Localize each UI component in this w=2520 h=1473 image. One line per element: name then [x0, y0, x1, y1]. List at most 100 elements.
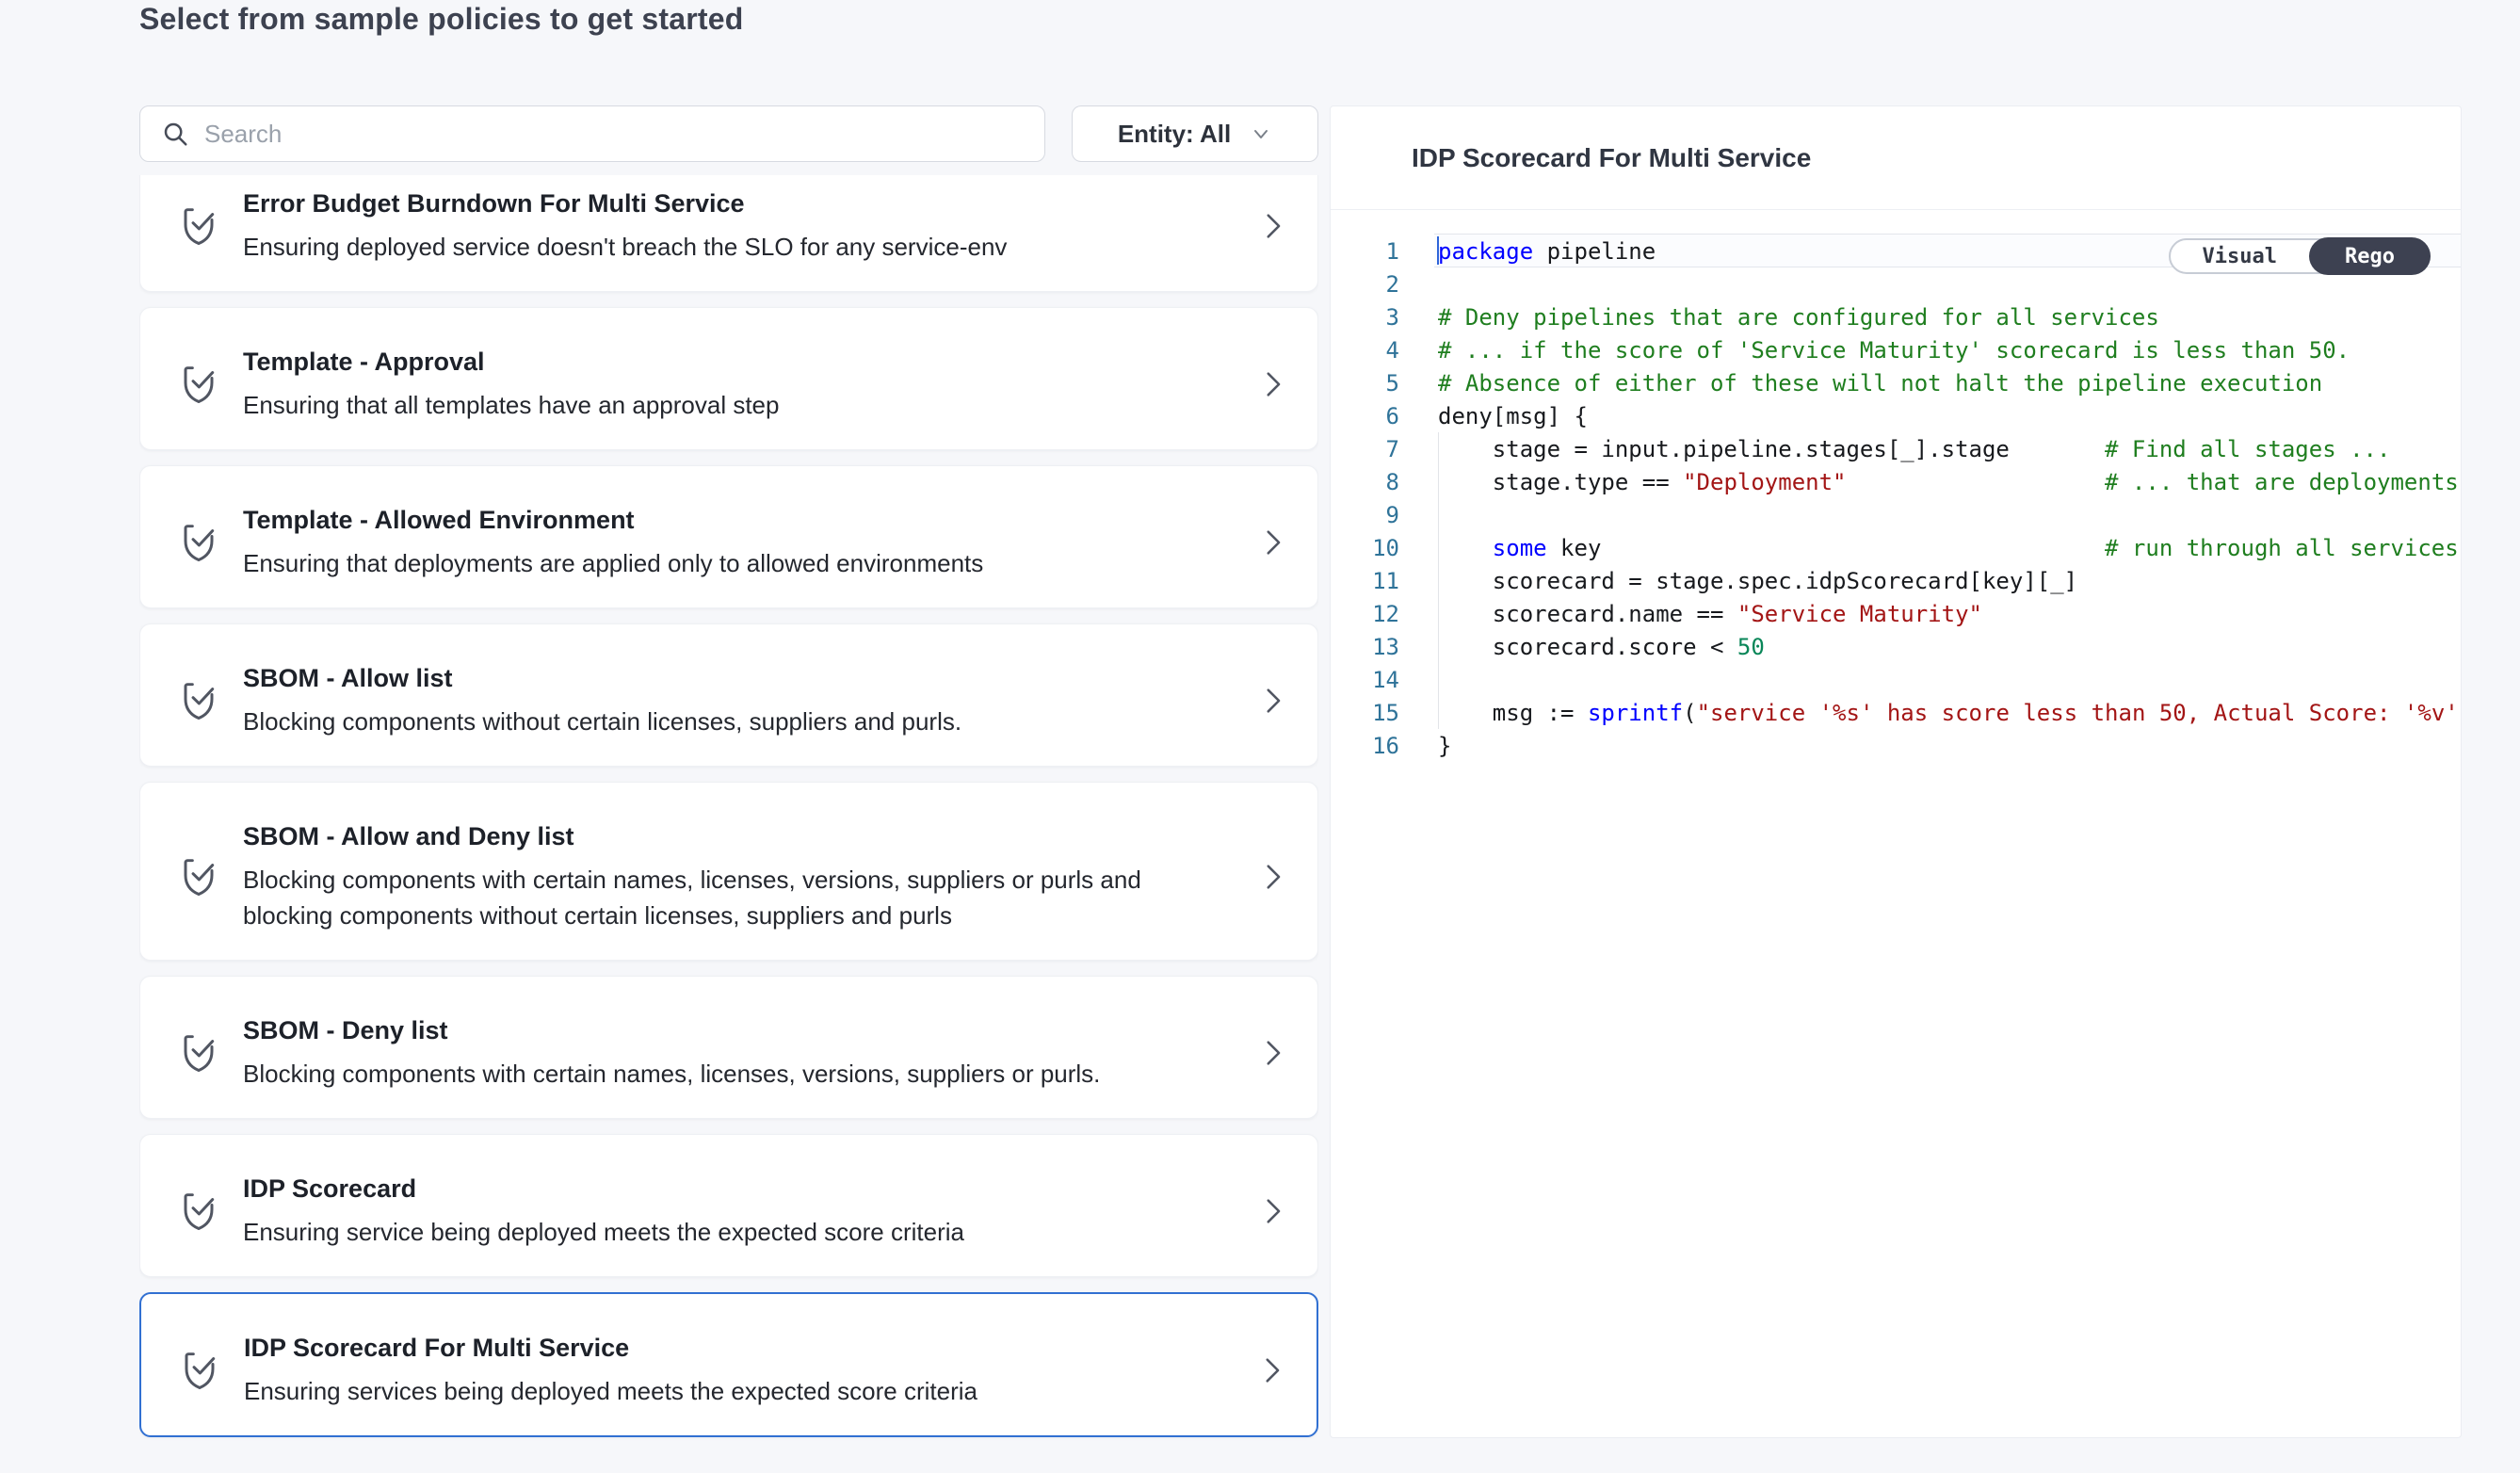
- detail-title: IDP Scorecard For Multi Service: [1412, 143, 1811, 173]
- code-line: 5 # Absence of either of these will not …: [1331, 366, 2461, 399]
- line-number: 14: [1331, 667, 1399, 693]
- search-icon: [161, 120, 189, 148]
- policy-card[interactable]: IDP Scorecard Ensuring service being dep…: [139, 1134, 1318, 1277]
- policy-title: Template - Allowed Environment: [243, 504, 1199, 536]
- chevron-right-icon: [1256, 1037, 1288, 1069]
- line-number: 5: [1331, 370, 1399, 397]
- code-line: 3 # Deny pipelines that are configured f…: [1331, 300, 2461, 333]
- policy-card[interactable]: Error Budget Burndown For Multi Service …: [139, 175, 1318, 292]
- code-lines: 1 package pipeline 2 3 # Deny pipelines …: [1331, 235, 2461, 762]
- shield-check-icon: [179, 520, 218, 565]
- view-toggle: Visual Rego: [2169, 238, 2431, 274]
- shield-check-icon: [179, 362, 218, 407]
- policy-list: Error Budget Burndown For Multi Service …: [139, 175, 1318, 1452]
- code-text: stage.type == "Deployment" # ... that ar…: [1438, 469, 2459, 495]
- chevron-right-icon: [1256, 368, 1288, 400]
- code-text: scorecard.name == "Service Maturity": [1438, 601, 1982, 627]
- code-line: 4 # ... if the score of 'Service Maturit…: [1331, 333, 2461, 366]
- code-line: 14: [1331, 663, 2461, 696]
- line-number: 15: [1331, 700, 1399, 726]
- code-text: some key # run through all services: [1438, 535, 2459, 561]
- rego-tab[interactable]: Rego: [2309, 237, 2431, 275]
- code-line: 8 stage.type == "Deployment" # ... that …: [1331, 465, 2461, 498]
- policy-description: Ensuring deployed service doesn't breach…: [243, 229, 1199, 265]
- policy-card[interactable]: SBOM - Allow list Blocking components wi…: [139, 623, 1318, 767]
- code-line: 15 msg := sprintf("service '%s' has scor…: [1331, 696, 2461, 729]
- chevron-right-icon: [1256, 685, 1288, 717]
- code-text: # Deny pipelines that are configured for…: [1438, 304, 2159, 331]
- code-text: # ... if the score of 'Service Maturity'…: [1438, 337, 2350, 364]
- shield-check-icon: [179, 1189, 218, 1234]
- filter-row: Entity: All: [139, 105, 1318, 162]
- line-number: 7: [1331, 436, 1399, 462]
- code-line: 7 stage = input.pipeline.stages[_].stage…: [1331, 432, 2461, 465]
- policy-title: SBOM - Allow and Deny list: [243, 820, 1199, 852]
- code-line: 9: [1331, 498, 2461, 531]
- entity-filter-dropdown[interactable]: Entity: All: [1072, 105, 1318, 162]
- line-number: 16: [1331, 733, 1399, 759]
- policy-title: Template - Approval: [243, 346, 1199, 378]
- line-number: 4: [1331, 337, 1399, 364]
- entity-filter-label: Entity: All: [1118, 120, 1231, 149]
- code-line: 13 scorecard.score < 50: [1331, 630, 2461, 663]
- visual-tab[interactable]: Visual: [2171, 240, 2309, 272]
- policy-card[interactable]: Template - Approval Ensuring that all te…: [139, 307, 1318, 450]
- shield-check-icon: [179, 1030, 218, 1076]
- line-number: 10: [1331, 535, 1399, 561]
- shield-check-icon: [179, 203, 218, 249]
- line-number: 13: [1331, 634, 1399, 660]
- code-text: deny[msg] {: [1438, 403, 1588, 429]
- line-number: 3: [1331, 304, 1399, 331]
- policy-card[interactable]: Template - Allowed Environment Ensuring …: [139, 465, 1318, 608]
- policy-detail-panel: IDP Scorecard For Multi Service 1 packag…: [1330, 105, 2462, 1438]
- chevron-right-icon: [1256, 861, 1288, 893]
- search-box[interactable]: [139, 105, 1045, 162]
- policy-description: Blocking components without certain lice…: [243, 704, 1199, 739]
- policy-title: IDP Scorecard: [243, 1173, 1199, 1205]
- chevron-down-icon: [1250, 122, 1272, 145]
- code-text: }: [1438, 733, 1451, 759]
- policy-card[interactable]: SBOM - Deny list Blocking components wit…: [139, 976, 1318, 1119]
- code-text: msg := sprintf("service '%s' has score l…: [1438, 700, 2461, 726]
- code-text: scorecard = stage.spec.idpScorecard[key]…: [1438, 568, 2077, 594]
- line-number: 12: [1331, 601, 1399, 627]
- policy-description: Ensuring service being deployed meets th…: [243, 1214, 1199, 1250]
- policy-description: Blocking components with certain names, …: [243, 1056, 1199, 1092]
- line-number: 11: [1331, 568, 1399, 594]
- policy-title: IDP Scorecard For Multi Service: [244, 1332, 1198, 1364]
- policy-description: Ensuring that all templates have an appr…: [243, 387, 1199, 423]
- shield-check-icon: [179, 854, 218, 899]
- code-text: stage = input.pipeline.stages[_].stage #…: [1438, 436, 2390, 462]
- policy-title: Error Budget Burndown For Multi Service: [243, 187, 1199, 219]
- page-title: Select from sample policies to get start…: [139, 2, 743, 37]
- line-number: 9: [1331, 502, 1399, 528]
- chevron-right-icon: [1256, 1195, 1288, 1227]
- search-input[interactable]: [204, 120, 1024, 149]
- policy-card[interactable]: IDP Scorecard For Multi Service Ensuring…: [139, 1292, 1318, 1437]
- chevron-right-icon: [1255, 1354, 1287, 1386]
- detail-header: IDP Scorecard For Multi Service: [1331, 106, 2461, 210]
- chevron-right-icon: [1256, 526, 1288, 558]
- policy-description: Blocking components with certain names, …: [243, 862, 1199, 933]
- code-text: # Absence of either of these will not ha…: [1438, 370, 2322, 397]
- policy-list-panel: Entity: All Error Budget Burndown For Mu…: [139, 105, 1318, 1452]
- code-editor[interactable]: 1 package pipeline 2 3 # Deny pipelines …: [1331, 210, 2461, 1438]
- code-line: 11 scorecard = stage.spec.idpScorecard[k…: [1331, 564, 2461, 597]
- policy-description: Ensuring that deployments are applied on…: [243, 545, 1199, 581]
- policy-title: SBOM - Deny list: [243, 1014, 1199, 1046]
- code-text: package pipeline: [1438, 238, 1656, 265]
- policy-description: Ensuring services being deployed meets t…: [244, 1373, 1198, 1409]
- chevron-right-icon: [1256, 210, 1288, 242]
- code-line: 12 scorecard.name == "Service Maturity": [1331, 597, 2461, 630]
- line-number: 2: [1331, 271, 1399, 298]
- line-number: 1: [1331, 238, 1399, 265]
- code-line: 16 }: [1331, 729, 2461, 762]
- shield-check-icon: [179, 678, 218, 723]
- code-line: 10 some key # run through all services: [1331, 531, 2461, 564]
- policy-title: SBOM - Allow list: [243, 662, 1199, 694]
- policy-card[interactable]: SBOM - Allow and Deny list Blocking comp…: [139, 782, 1318, 961]
- shield-check-icon: [180, 1348, 219, 1393]
- line-number: 6: [1331, 403, 1399, 429]
- code-line: 6 deny[msg] {: [1331, 399, 2461, 432]
- line-number: 8: [1331, 469, 1399, 495]
